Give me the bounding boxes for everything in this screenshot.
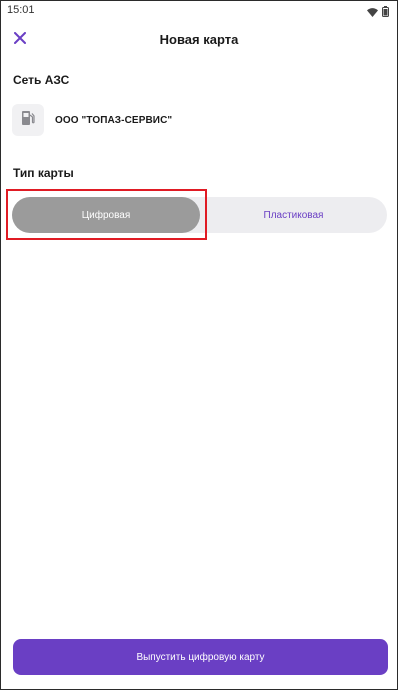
fuel-pump-icon bbox=[21, 110, 35, 131]
station-item[interactable]: ООО "ТОПАЗ-СЕРВИС" bbox=[12, 104, 172, 136]
battery-icon bbox=[382, 4, 389, 22]
status-time: 15:01 bbox=[7, 4, 35, 16]
screen: 15:01 Новая карта Сеть АЗС ООО "ТОПАЗ-СЕ… bbox=[0, 0, 398, 690]
page-title: Новая карта bbox=[159, 32, 239, 47]
issue-digital-card-button[interactable]: Выпустить цифровую карту bbox=[13, 639, 388, 675]
card-type-digital-option[interactable]: Цифровая bbox=[12, 197, 200, 233]
station-name: ООО "ТОПАЗ-СЕРВИС" bbox=[55, 114, 173, 126]
card-type-segmented-control: Цифровая Пластиковая bbox=[12, 197, 387, 233]
header: Новая карта bbox=[1, 27, 397, 55]
station-icon-box bbox=[12, 104, 44, 136]
card-type-plastic-option[interactable]: Пластиковая bbox=[200, 197, 387, 233]
section-title-card-type: Тип карты bbox=[13, 166, 74, 180]
wifi-icon bbox=[367, 4, 378, 22]
status-bar: 15:01 bbox=[1, 1, 397, 19]
section-title-station: Сеть АЗС bbox=[13, 73, 70, 87]
status-icons bbox=[367, 4, 389, 22]
